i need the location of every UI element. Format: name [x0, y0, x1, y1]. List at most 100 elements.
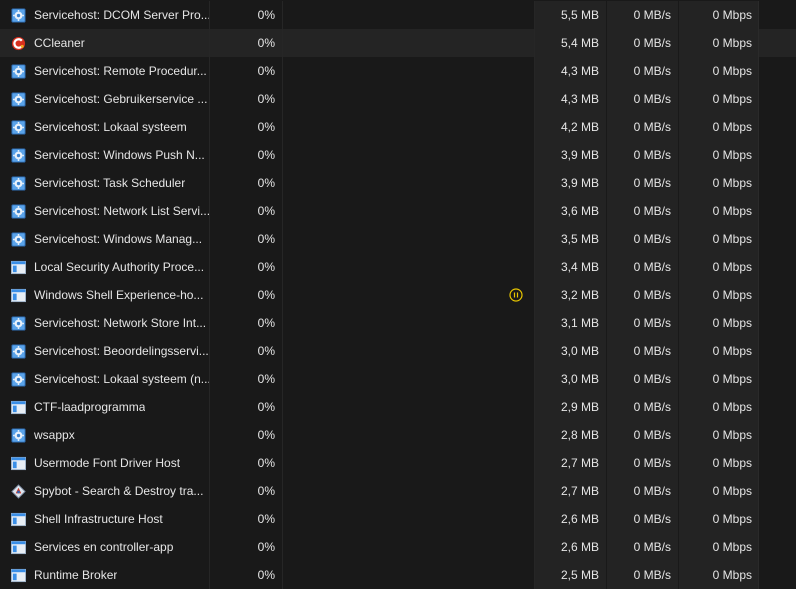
status-cell	[283, 113, 535, 141]
process-name-cell: Services en controller-app	[0, 533, 210, 561]
disk-cell: 0 MB/s	[607, 141, 679, 169]
row-filler	[759, 393, 796, 421]
network-cell: 0 Mbps	[679, 281, 759, 309]
table-row[interactable]: Shell Infrastructure Host 0% 2,6 MB 0 MB/s 0…	[0, 505, 796, 533]
process-name: Servicehost: Network List Servi...	[34, 204, 209, 218]
status-cell	[283, 1, 535, 29]
process-name: Windows Shell Experience-ho...	[34, 288, 204, 302]
memory-cell: 3,2 MB	[535, 281, 607, 309]
memory-cell: 5,4 MB	[535, 29, 607, 57]
network-cell: 0 Mbps	[679, 197, 759, 225]
table-row[interactable]: CTF-laadprogramma 0% 2,9 MB 0 MB/s 0 Mbps	[0, 393, 796, 421]
memory-cell: 2,6 MB	[535, 533, 607, 561]
row-filler	[759, 337, 796, 365]
disk-cell: 0 MB/s	[607, 225, 679, 253]
window-app-icon	[11, 568, 26, 583]
cpu-cell: 0%	[210, 1, 283, 29]
disk-cell: 0 MB/s	[607, 197, 679, 225]
table-row[interactable]: Spybot - Search & Destroy tra... 0% 2,7 MB…	[0, 477, 796, 505]
status-cell	[283, 337, 535, 365]
disk-cell: 0 MB/s	[607, 393, 679, 421]
memory-cell: 2,8 MB	[535, 421, 607, 449]
status-cell	[283, 533, 535, 561]
service-gear-icon	[11, 119, 26, 135]
table-row[interactable]: Servicehost: Windows Push N... 0% 3,9 MB 0 …	[0, 141, 796, 169]
disk-cell: 0 MB/s	[607, 505, 679, 533]
disk-cell: 0 MB/s	[607, 533, 679, 561]
table-row[interactable]: Windows Shell Experience-ho... 0% 3,2 MB 0 …	[0, 281, 796, 309]
window-app-icon	[11, 260, 26, 275]
process-name: Servicehost: Gebruikerservice ...	[34, 92, 208, 106]
memory-cell: 2,7 MB	[535, 477, 607, 505]
process-name: Servicehost: Network Store Int...	[34, 316, 207, 330]
disk-cell: 0 MB/s	[607, 29, 679, 57]
process-name-cell: Servicehost: Task Scheduler	[0, 169, 210, 197]
network-cell: 0 Mbps	[679, 309, 759, 337]
table-row[interactable]: Servicehost: Task Scheduler 0% 3,9 MB 0 MB/…	[0, 169, 796, 197]
status-cell	[283, 253, 535, 281]
disk-cell: 0 MB/s	[607, 421, 679, 449]
table-row[interactable]: Servicehost: Gebruikerservice ... 0% 4,3 M…	[0, 85, 796, 113]
table-row[interactable]: Servicehost: Remote Procedur... 0% 4,3 MB 0…	[0, 57, 796, 85]
service-gear-icon	[11, 203, 26, 219]
table-row[interactable]: Services en controller-app 0% 2,6 MB 0 MB/s…	[0, 533, 796, 561]
disk-cell: 0 MB/s	[607, 309, 679, 337]
table-row[interactable]: Usermode Font Driver Host 0% 2,7 MB 0 MB/s 0…	[0, 449, 796, 477]
row-filler	[759, 561, 796, 589]
table-row[interactable]: Servicehost: Lokaal systeem (n... 0% 3,0 M…	[0, 365, 796, 393]
memory-cell: 3,4 MB	[535, 253, 607, 281]
disk-cell: 0 MB/s	[607, 113, 679, 141]
process-name-cell: Servicehost: Network List Servi...	[0, 197, 210, 225]
status-cell	[283, 197, 535, 225]
window-app-icon	[11, 512, 26, 527]
network-cell: 0 Mbps	[679, 449, 759, 477]
status-cell	[283, 309, 535, 337]
table-row[interactable]: Servicehost: Beoordelingsservi... 0% 3,0 M…	[0, 337, 796, 365]
process-name-cell: Servicehost: Windows Manag...	[0, 225, 210, 253]
process-name-cell: wsappx	[0, 421, 210, 449]
window-app-icon	[11, 288, 26, 303]
row-filler	[759, 29, 796, 57]
disk-cell: 0 MB/s	[607, 337, 679, 365]
table-row[interactable]: Servicehost: Network Store Int... 0% 3,1 M…	[0, 309, 796, 337]
network-cell: 0 Mbps	[679, 57, 759, 85]
cpu-cell: 0%	[210, 197, 283, 225]
table-row[interactable]: wsappx 0% 2,8 MB 0 MB/s 0 Mbps	[0, 421, 796, 449]
process-name-cell: Servicehost: DCOM Server Pro...	[0, 1, 210, 29]
process-name-cell: Servicehost: Lokaal systeem	[0, 113, 210, 141]
network-cell: 0 Mbps	[679, 169, 759, 197]
cpu-cell: 0%	[210, 449, 283, 477]
memory-cell: 3,6 MB	[535, 197, 607, 225]
cpu-cell: 0%	[210, 57, 283, 85]
network-cell: 0 Mbps	[679, 225, 759, 253]
status-cell	[283, 393, 535, 421]
table-row[interactable]: Servicehost: Network List Servi... 0% 3,6 …	[0, 197, 796, 225]
memory-cell: 3,0 MB	[535, 337, 607, 365]
service-gear-icon	[11, 315, 26, 331]
table-row[interactable]: Runtime Broker 0% 2,5 MB 0 MB/s 0 Mbps	[0, 561, 796, 589]
table-row[interactable]: Local Security Authority Proce... 0% 3,4 M…	[0, 253, 796, 281]
cpu-cell: 0%	[210, 169, 283, 197]
row-filler	[759, 197, 796, 225]
row-filler	[759, 141, 796, 169]
memory-cell: 3,9 MB	[535, 169, 607, 197]
status-cell	[283, 29, 535, 57]
row-filler	[759, 225, 796, 253]
spybot-icon	[11, 483, 26, 499]
table-row[interactable]: Servicehost: Lokaal systeem 0% 4,2 MB 0 MB/…	[0, 113, 796, 141]
table-row[interactable]: CCleaner 0% 5,4 MB 0 MB/s 0 Mbps	[0, 29, 796, 57]
table-row[interactable]: Servicehost: DCOM Server Pro... 0% 5,5 MB 0…	[0, 1, 796, 29]
disk-cell: 0 MB/s	[607, 169, 679, 197]
process-name: Local Security Authority Proce...	[34, 260, 205, 274]
process-name: Servicehost: Windows Manag...	[34, 232, 203, 246]
process-name: wsappx	[34, 428, 75, 442]
process-name: Shell Infrastructure Host	[34, 512, 163, 526]
network-cell: 0 Mbps	[679, 505, 759, 533]
cpu-cell: 0%	[210, 477, 283, 505]
process-name-cell: Shell Infrastructure Host	[0, 505, 210, 533]
service-gear-icon	[11, 7, 26, 23]
process-name-cell: Servicehost: Beoordelingsservi...	[0, 337, 210, 365]
status-cell	[283, 421, 535, 449]
network-cell: 0 Mbps	[679, 85, 759, 113]
table-row[interactable]: Servicehost: Windows Manag... 0% 3,5 MB 0 M…	[0, 225, 796, 253]
